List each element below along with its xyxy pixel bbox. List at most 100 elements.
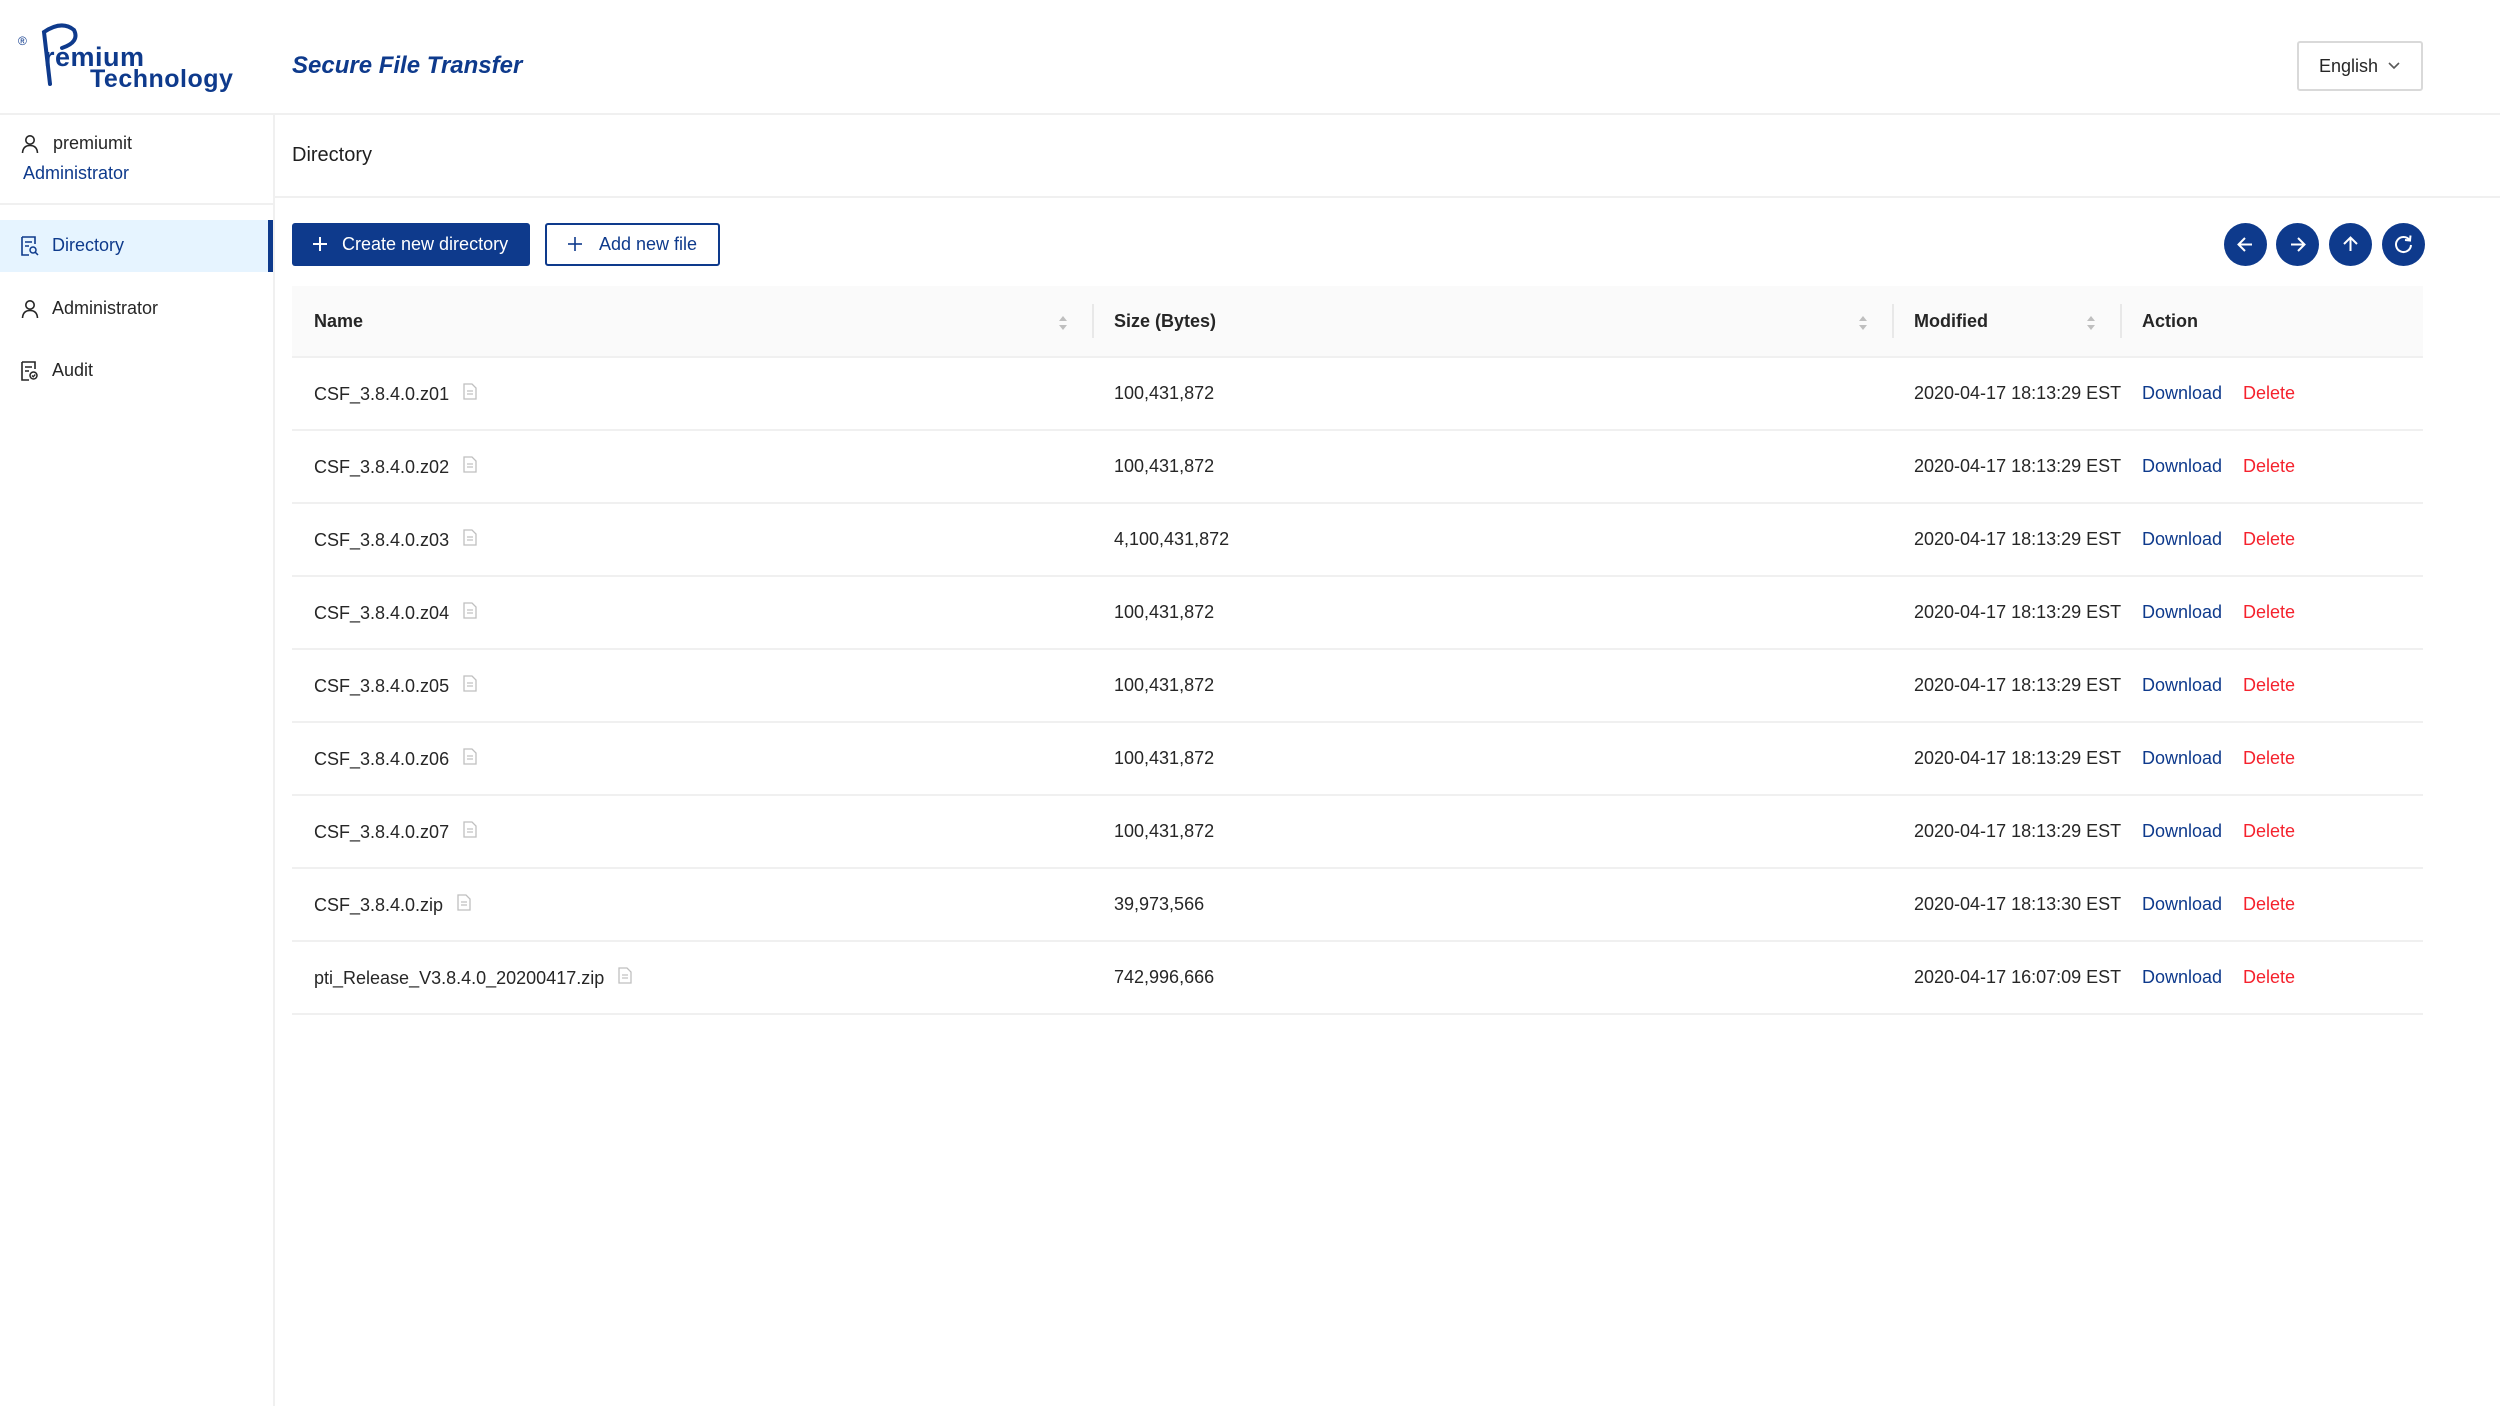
file-size: 100,431,872 — [1114, 821, 1215, 841]
file-icon-wrap — [463, 456, 477, 478]
download-link[interactable]: Download — [2142, 529, 2222, 550]
column-header-label: Action — [2142, 311, 2198, 331]
download-link[interactable]: Download — [2142, 456, 2222, 477]
language-select-value: English — [2319, 55, 2379, 76]
table-row: CSF_3.8.4.0.z06 100,431,872 2020-04-17 18:… — [292, 723, 2423, 796]
file-name-cell[interactable]: CSF_3.8.4.0.z03 — [314, 529, 477, 551]
download-link[interactable]: Download — [2142, 748, 2222, 769]
language-select[interactable]: English — [2297, 41, 2423, 91]
file-icon — [618, 967, 632, 984]
sidebar-item-label: Directory — [52, 235, 125, 255]
file-name-cell[interactable]: CSF_3.8.4.0.zip — [314, 894, 471, 916]
delete-link[interactable]: Delete — [2243, 821, 2295, 842]
company-logo: ® remium Technology — [18, 22, 233, 97]
file-icon — [463, 821, 477, 838]
table-row: CSF_3.8.4.0.z01 100,431,872 2020-04-17 18:… — [292, 358, 2423, 431]
create-directory-label: Create new directory — [342, 234, 509, 254]
download-link[interactable]: Download — [2142, 821, 2222, 842]
refresh-button[interactable] — [2382, 223, 2425, 266]
table-row: pti_Release_V3.8.4.0_20200417.zip 742,996… — [292, 942, 2423, 1015]
create-directory-button[interactable]: Create new directory — [292, 223, 530, 266]
sidebar-item-label: Administrator — [52, 298, 159, 318]
file-size: 100,431,872 — [1114, 602, 1215, 622]
download-link[interactable]: Download — [2142, 602, 2222, 623]
file-name: CSF_3.8.4.0.z03 — [314, 529, 450, 550]
delete-link[interactable]: Delete — [2243, 383, 2295, 404]
file-name-cell[interactable]: CSF_3.8.4.0.z01 — [314, 383, 477, 405]
file-size: 742,996,666 — [1114, 967, 1215, 987]
table-header: Name Size (Bytes) Modified Action — [292, 286, 2423, 358]
file-name: pti_Release_V3.8.4.0_20200417.zip — [314, 967, 605, 988]
file-modified: 2020-04-17 18:13:29 EST — [1914, 602, 2122, 622]
file-name-cell[interactable]: CSF_3.8.4.0.z06 — [314, 748, 477, 770]
page-title: Directory — [292, 144, 373, 166]
file-icon — [463, 383, 477, 400]
file-name-cell[interactable]: CSF_3.8.4.0.z04 — [314, 602, 477, 624]
forward-button[interactable] — [2276, 223, 2319, 266]
file-table: Name Size (Bytes) Modified Action CSF_3.… — [292, 286, 2423, 1015]
file-icon — [463, 529, 477, 546]
download-link[interactable]: Download — [2142, 894, 2222, 915]
sort-icon — [1859, 316, 1867, 330]
file-icon-wrap — [463, 748, 477, 770]
file-icon-wrap — [463, 821, 477, 843]
table-row: CSF_3.8.4.0.z05 100,431,872 2020-04-17 18:… — [292, 650, 2423, 723]
column-header-label: Size (Bytes) — [1114, 311, 1217, 331]
delete-link[interactable]: Delete — [2243, 748, 2295, 769]
file-modified: 2020-04-17 18:13:29 EST — [1914, 821, 2122, 841]
file-modified: 2020-04-17 18:13:29 EST — [1914, 675, 2122, 695]
registered-mark: ® — [18, 34, 27, 48]
file-name-cell[interactable]: pti_Release_V3.8.4.0_20200417.zip — [314, 967, 632, 989]
app-header: ® remium Technology Secure File Transfer… — [0, 0, 2500, 115]
back-button[interactable] — [2224, 223, 2267, 266]
arrow-right-icon — [2291, 237, 2306, 252]
file-icon-wrap — [463, 383, 477, 405]
file-modified: 2020-04-17 18:13:29 EST — [1914, 456, 2122, 476]
file-modified: 2020-04-17 18:13:29 EST — [1914, 383, 2122, 403]
file-name-cell[interactable]: CSF_3.8.4.0.z07 — [314, 821, 477, 843]
column-header-action: Action — [2120, 286, 2423, 356]
column-header-name[interactable]: Name — [292, 286, 1092, 356]
file-modified: 2020-04-17 18:13:29 EST — [1914, 529, 2122, 549]
file-name-cell[interactable]: CSF_3.8.4.0.z05 — [314, 675, 477, 697]
delete-link[interactable]: Delete — [2243, 602, 2295, 623]
audit-icon — [21, 361, 38, 381]
delete-link[interactable]: Delete — [2243, 894, 2295, 915]
table-row: CSF_3.8.4.0.z03 4,100,431,872 2020-04-17 1… — [292, 504, 2423, 577]
sidebar-item-directory[interactable]: Directory — [0, 220, 273, 272]
column-header-modified[interactable]: Modified — [1892, 286, 2120, 356]
download-link[interactable]: Download — [2142, 967, 2222, 988]
column-header-label: Modified — [1914, 311, 1988, 331]
file-icon — [463, 602, 477, 619]
user-icon — [21, 300, 39, 319]
divider — [275, 196, 2500, 198]
sidebar-item-administrator[interactable]: Administrator — [0, 283, 273, 335]
arrow-left-icon — [2237, 237, 2252, 252]
table-row: CSF_3.8.4.0.zip 39,973,566 2020-04-17 18:1… — [292, 869, 2423, 942]
file-icon — [463, 675, 477, 692]
table-body: CSF_3.8.4.0.z01 100,431,872 2020-04-17 18:… — [292, 358, 2423, 1015]
column-header-size[interactable]: Size (Bytes) — [1092, 286, 1892, 356]
file-modified: 2020-04-17 18:13:30 EST — [1914, 894, 2122, 914]
file-name: CSF_3.8.4.0.z01 — [314, 383, 450, 404]
file-name: CSF_3.8.4.0.z04 — [314, 602, 450, 623]
delete-link[interactable]: Delete — [2243, 529, 2295, 550]
app-title: Secure File Transfer — [292, 52, 523, 79]
user-name: premiumit — [53, 133, 133, 153]
file-size: 4,100,431,872 — [1114, 529, 1230, 549]
file-name: CSF_3.8.4.0.z06 — [314, 748, 450, 769]
file-icon-wrap — [463, 529, 477, 551]
download-link[interactable]: Download — [2142, 675, 2222, 696]
add-file-button[interactable]: Add new file — [545, 223, 720, 266]
delete-link[interactable]: Delete — [2243, 456, 2295, 477]
plus-icon — [568, 237, 582, 251]
column-header-label: Name — [314, 311, 364, 331]
file-name: CSF_3.8.4.0.z07 — [314, 821, 450, 842]
sidebar-item-audit[interactable]: Audit — [0, 345, 273, 397]
delete-link[interactable]: Delete — [2243, 675, 2295, 696]
up-directory-button[interactable] — [2329, 223, 2372, 266]
file-name-cell[interactable]: CSF_3.8.4.0.z02 — [314, 456, 477, 478]
delete-link[interactable]: Delete — [2243, 967, 2295, 988]
file-name: CSF_3.8.4.0.z05 — [314, 675, 450, 696]
download-link[interactable]: Download — [2142, 383, 2222, 404]
